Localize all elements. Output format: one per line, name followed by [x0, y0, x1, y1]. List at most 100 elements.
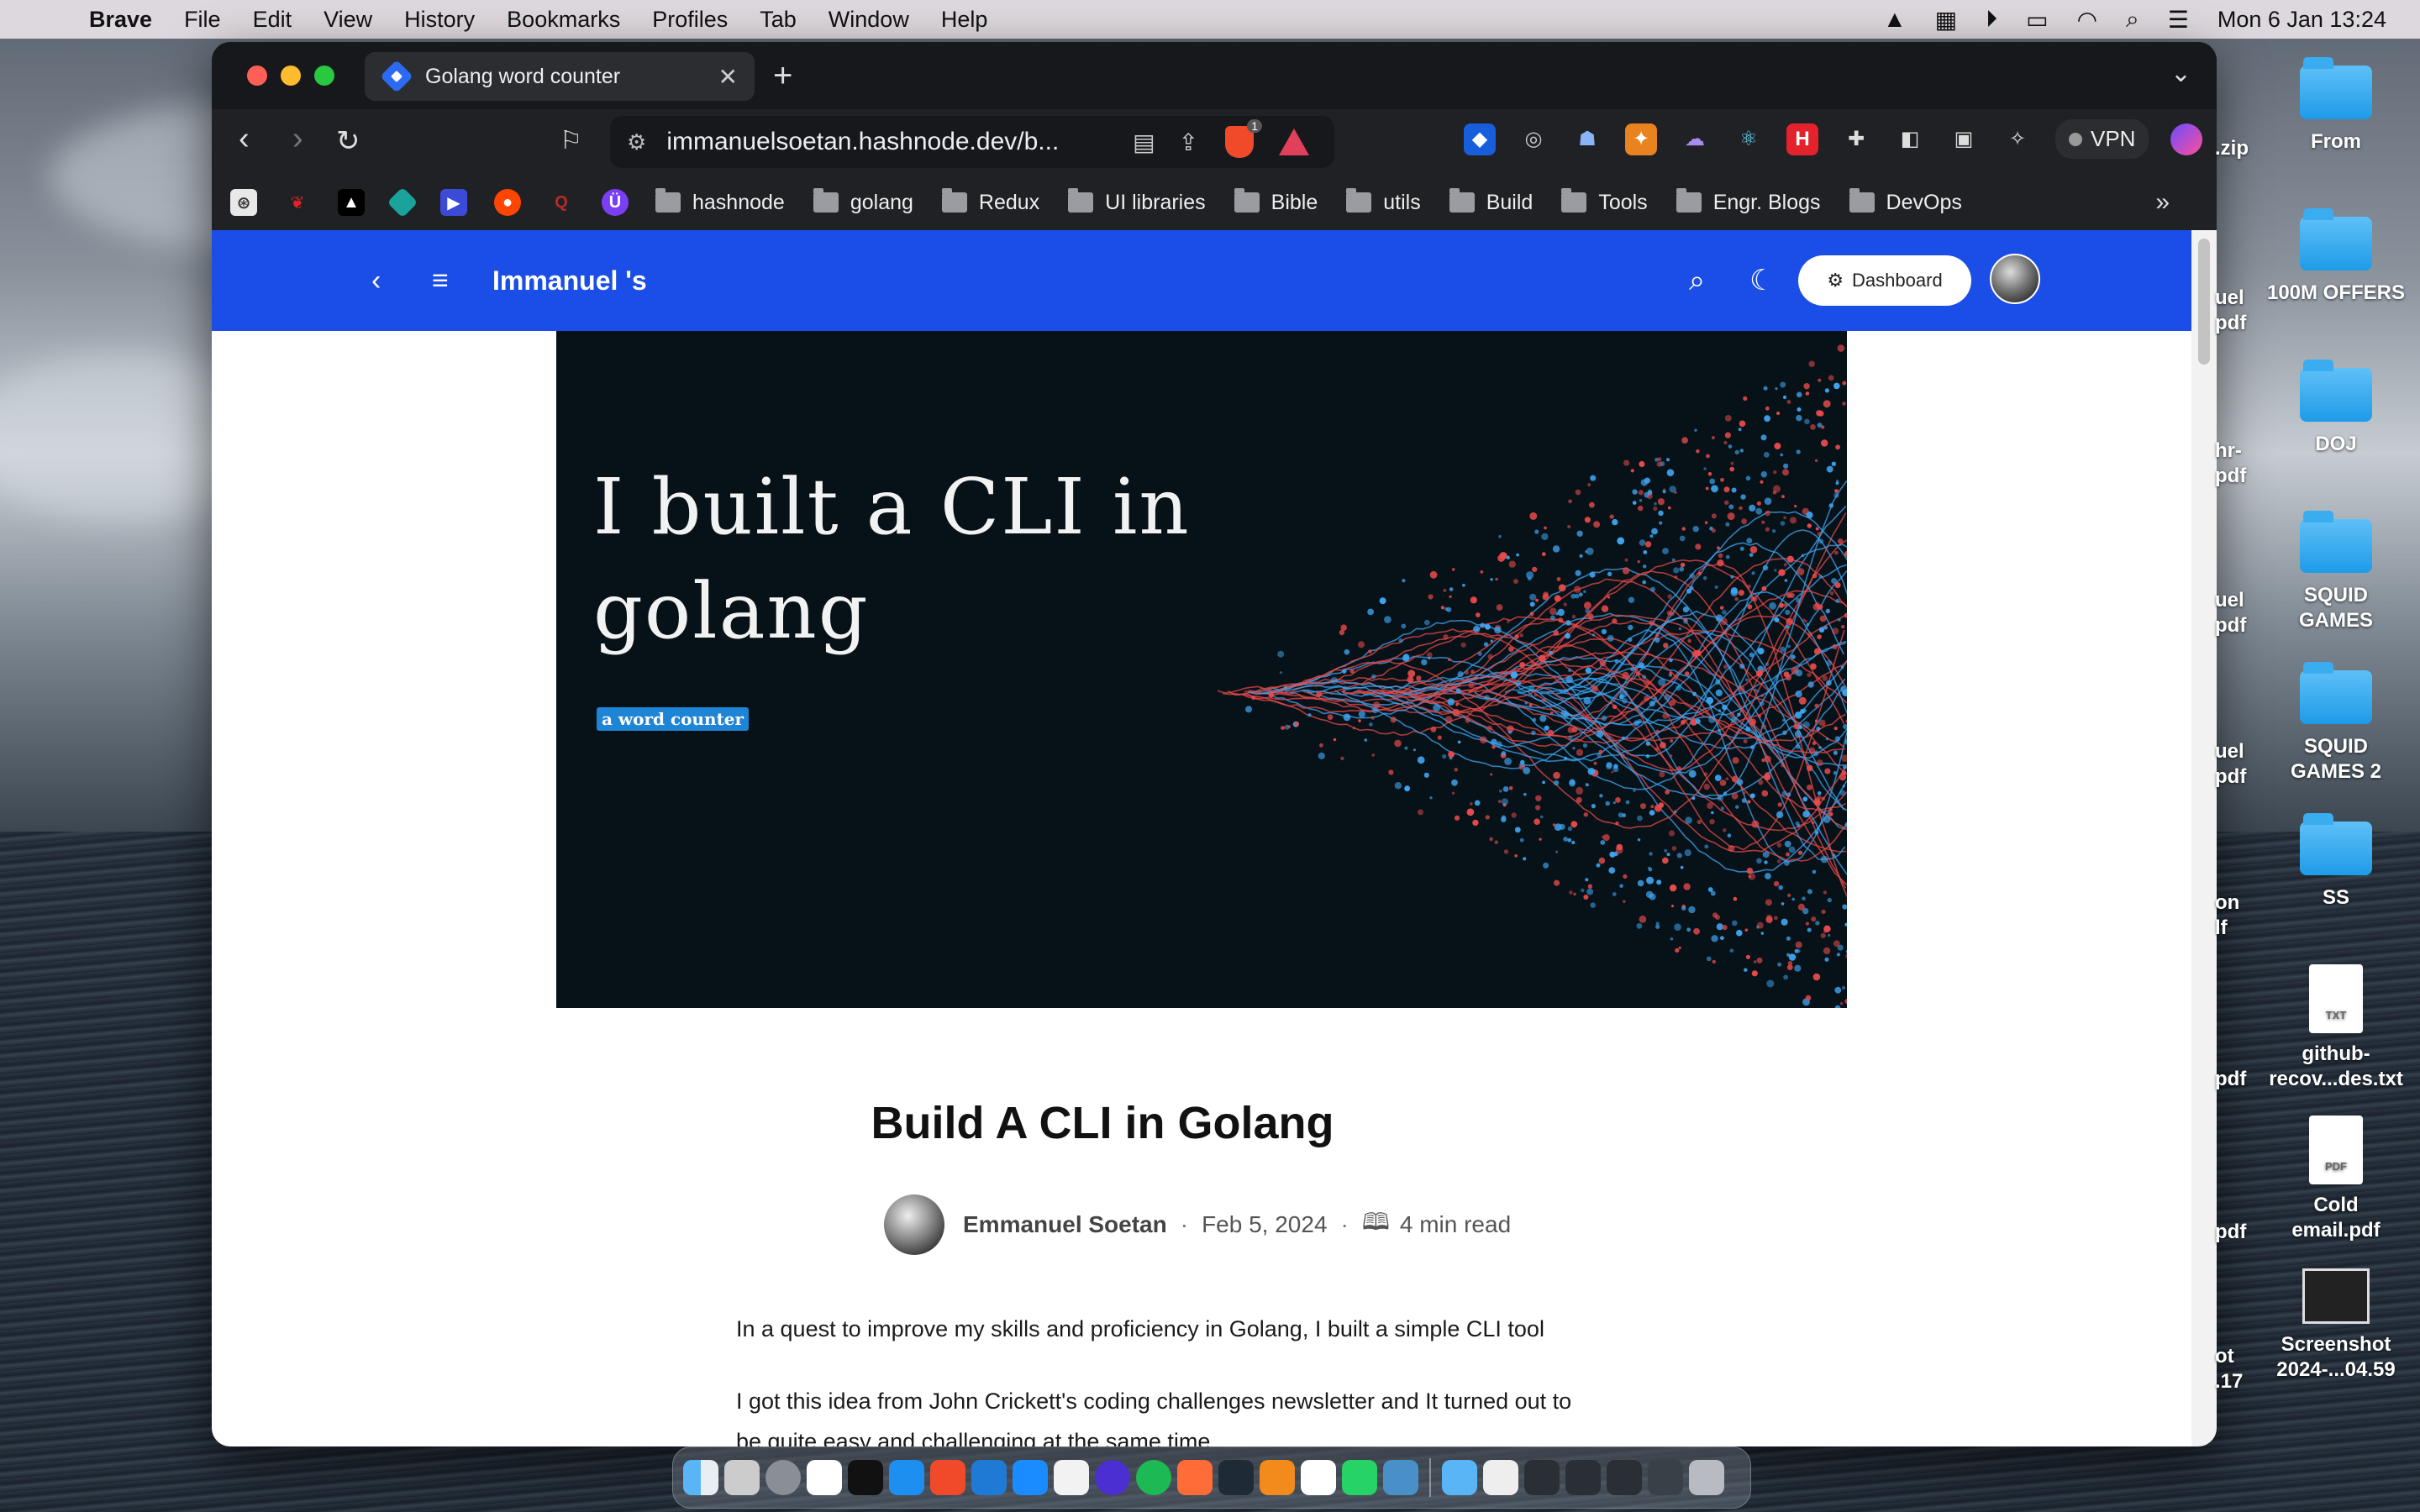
leo-ai-icon[interactable]: ✧: [2002, 123, 2033, 155]
postman-icon[interactable]: [1177, 1460, 1213, 1495]
address-bar[interactable]: ⚙ immanuelsoetan.hashnode.dev/b... ▤ ⇪: [610, 116, 1334, 168]
bookmark-airtel-icon[interactable]: ❦: [284, 189, 311, 216]
launchpad-icon[interactable]: [724, 1460, 760, 1495]
blog-menu-icon[interactable]: ≡: [432, 265, 449, 297]
slack-icon[interactable]: [807, 1460, 842, 1495]
system-settings-icon[interactable]: [765, 1460, 801, 1495]
spotlight-search-icon[interactable]: ⌕: [2126, 6, 2139, 34]
downloads-stack-icon[interactable]: [1442, 1460, 1477, 1495]
bookmark-folder-redux[interactable]: Redux: [941, 188, 1039, 215]
vlc-status-icon[interactable]: ▲: [1883, 6, 1907, 33]
bookmark-vercel-icon[interactable]: ▲: [338, 189, 365, 216]
tab-list-chevron-icon[interactable]: ⌄: [2170, 59, 2191, 88]
desktop-folder-doj[interactable]: DOJ: [2252, 360, 2420, 457]
user-avatar[interactable]: [1990, 254, 2040, 304]
bookmark-diamond-icon[interactable]: [387, 186, 418, 218]
page-scrollbar[interactable]: [2191, 230, 2217, 1446]
bookmark-folder-build[interactable]: Build: [1449, 188, 1533, 215]
reload-icon[interactable]: ↻: [336, 124, 360, 158]
blog-search-icon[interactable]: ⌕: [1689, 265, 1705, 297]
terminal-icon[interactable]: [848, 1460, 883, 1495]
profile-avatar-icon[interactable]: [2170, 123, 2203, 155]
docker-icon[interactable]: [889, 1460, 924, 1495]
vscode-icon[interactable]: [971, 1460, 1007, 1495]
desktop-folder-from[interactable]: From: [2252, 57, 2420, 155]
bookmark-folder-tools[interactable]: Tools: [1561, 188, 1648, 215]
zoom-window-button[interactable]: [314, 66, 334, 86]
calendar-icon[interactable]: [1301, 1460, 1336, 1495]
bookmark-folder-utils[interactable]: utils: [1346, 188, 1421, 215]
bookmark-folder-engr-blogs[interactable]: Engr. Blogs: [1676, 188, 1821, 215]
menu-app-name[interactable]: Brave: [89, 7, 152, 33]
menu-edit[interactable]: Edit: [253, 7, 292, 33]
bitwarden-icon[interactable]: ◆: [1464, 123, 1496, 155]
desktop-file-screenshot[interactable]: Screenshot 2024-...04.59: [2252, 1268, 2420, 1383]
new-tab-icon[interactable]: +: [773, 57, 792, 95]
brave-shields-icon[interactable]: [1225, 119, 1262, 158]
more-bookmarks-chevron-icon[interactable]: »: [2155, 188, 2170, 217]
whatsapp-icon[interactable]: [1342, 1460, 1377, 1495]
desktop-folder-ss[interactable]: SS: [2252, 813, 2420, 911]
dock-window-thumb-icon[interactable]: [1524, 1460, 1560, 1495]
menu-window[interactable]: Window: [829, 7, 909, 33]
back-icon[interactable]: ‹: [239, 121, 250, 157]
target-extension-icon[interactable]: ◎: [1518, 123, 1549, 155]
menu-view[interactable]: View: [324, 7, 372, 33]
play-status-icon[interactable]: ⏵: [1986, 6, 1997, 34]
blog-brand[interactable]: Immanuel 's: [492, 265, 647, 297]
desktop-folder-squid-games[interactable]: SQUID GAMES: [2252, 511, 2420, 633]
react-devtools-icon[interactable]: ⚛: [1733, 123, 1765, 155]
preview-icon[interactable]: [1383, 1460, 1418, 1495]
reader-mode-icon[interactable]: ▤: [1133, 129, 1155, 156]
hi-extension-icon[interactable]: H: [1786, 123, 1818, 155]
webstorm-icon[interactable]: [1218, 1460, 1254, 1495]
url-text[interactable]: immanuelsoetan.hashnode.dev/b...: [666, 128, 1121, 156]
wifi-icon[interactable]: ◠: [2077, 6, 2097, 34]
dock-window-thumb-icon[interactable]: [1483, 1460, 1518, 1495]
trash-icon[interactable]: [1689, 1460, 1724, 1495]
minimize-window-button[interactable]: [281, 66, 301, 86]
bookmark-folder-bible[interactable]: Bible: [1234, 188, 1318, 215]
dashboard-button[interactable]: ⚙ Dashboard: [1798, 255, 1971, 306]
menu-file[interactable]: File: [184, 7, 221, 33]
bookmark-folder-devops[interactable]: DevOps: [1849, 188, 1962, 215]
blog-back-icon[interactable]: ‹: [371, 265, 381, 297]
brave-rewards-icon[interactable]: [1279, 129, 1309, 155]
menu-tab[interactable]: Tab: [760, 7, 797, 33]
tab-golang-word-counter[interactable]: Golang word counter ✕: [365, 52, 755, 101]
share-icon[interactable]: ⇪: [1179, 129, 1198, 156]
bookmark-chatgpt-icon[interactable]: ⊛: [230, 189, 257, 216]
tor-browser-icon[interactable]: [1095, 1460, 1130, 1495]
forward-icon[interactable]: ›: [292, 121, 303, 157]
bookmark-udemy-icon[interactable]: Ü: [602, 189, 629, 216]
extensions-puzzle-icon[interactable]: ✚: [1840, 123, 1872, 155]
menu-profiles[interactable]: Profiles: [652, 7, 728, 33]
bookmark-folder-ui-libraries[interactable]: UI libraries: [1068, 188, 1206, 215]
author-avatar[interactable]: [884, 1194, 944, 1255]
bookmark-folder-hashnode[interactable]: hashnode: [655, 188, 785, 215]
finder-icon[interactable]: [683, 1460, 718, 1495]
menu-clock[interactable]: Mon 6 Jan 13:24: [2217, 7, 2386, 33]
dark-mode-toggle-icon[interactable]: ☾: [1749, 264, 1775, 297]
bookmark-page-icon[interactable]: ⚐: [560, 126, 582, 155]
extension-robot-icon[interactable]: ☗: [1571, 123, 1603, 155]
sidebar-toggle-icon[interactable]: ◧: [1894, 123, 1926, 155]
scrollbar-thumb[interactable]: [2198, 239, 2210, 365]
spotify-icon[interactable]: [1136, 1460, 1171, 1495]
site-settings-icon[interactable]: ⚙: [627, 129, 646, 155]
close-tab-icon[interactable]: ✕: [718, 63, 738, 91]
bookmark-reddit-icon[interactable]: ●: [494, 189, 521, 216]
desktop-file-github-recovery[interactable]: TXT github- recov...des.txt: [2252, 964, 2420, 1092]
vlc-icon[interactable]: [1260, 1460, 1295, 1495]
bookmark-folder-golang[interactable]: golang: [813, 188, 913, 215]
battery-icon[interactable]: ▭: [2026, 6, 2048, 34]
desktop-folder-squid-games-2[interactable]: SQUID GAMES 2: [2252, 662, 2420, 785]
app-store-icon[interactable]: [1013, 1460, 1048, 1495]
clapper-status-icon[interactable]: ▦: [1935, 6, 1957, 34]
desktop-file-cold-email[interactable]: PDF Cold email.pdf: [2252, 1116, 2420, 1243]
close-window-button[interactable]: [247, 66, 267, 86]
brave-browser-icon[interactable]: [930, 1460, 965, 1495]
dock-window-thumb-icon[interactable]: [1607, 1460, 1642, 1495]
mongodb-compass-icon[interactable]: [1054, 1460, 1089, 1495]
menu-bookmarks[interactable]: Bookmarks: [507, 7, 620, 33]
